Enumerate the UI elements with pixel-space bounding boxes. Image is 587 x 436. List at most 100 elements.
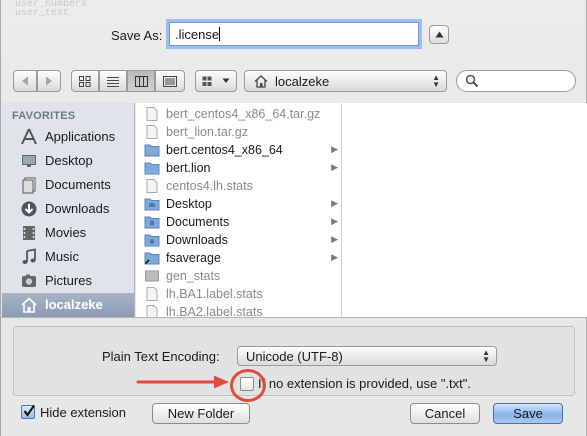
file-row[interactable]: lh.BA2.label.stats bbox=[136, 303, 342, 317]
folder-icon bbox=[144, 144, 160, 157]
file-name: gen_stats bbox=[166, 269, 221, 283]
file-name: lh.BA1.label.stats bbox=[166, 287, 263, 301]
executable-icon bbox=[145, 270, 159, 282]
file-row[interactable]: centos4.lh.stats bbox=[136, 177, 342, 195]
folder-row[interactable]: fsaverage ▶ bbox=[136, 249, 342, 267]
file-name: Downloads bbox=[166, 233, 228, 247]
sidebar-item-documents[interactable]: Documents bbox=[2, 173, 134, 197]
sidebar-item-label: Pictures bbox=[45, 273, 92, 288]
disclosure-arrow-icon: ▶ bbox=[331, 144, 338, 154]
sidebar-item-movies[interactable]: Movies bbox=[2, 221, 134, 245]
triangle-up-icon bbox=[435, 31, 443, 38]
sidebar-item-localzeke[interactable]: localzeke bbox=[2, 293, 134, 317]
home-icon bbox=[254, 75, 268, 88]
documents-icon bbox=[22, 177, 36, 194]
accessory-panel: Plain Text Encoding: Unicode (UTF-8) ▲ ▼ … bbox=[13, 326, 575, 402]
file-icon bbox=[146, 125, 158, 139]
arrange-icon bbox=[202, 76, 212, 86]
sidebar-item-music[interactable]: Music bbox=[2, 245, 134, 269]
forward-arrow-icon bbox=[46, 76, 52, 86]
file-icon bbox=[146, 287, 158, 301]
file-name: centos4.lh.stats bbox=[166, 179, 253, 193]
background-text: user_numbers user_text bbox=[15, 0, 575, 19]
music-icon bbox=[22, 248, 36, 264]
sidebar-item-label: Downloads bbox=[45, 201, 110, 216]
coverflow-icon bbox=[163, 75, 177, 87]
file-name: bert.lion bbox=[166, 161, 211, 175]
list-icon bbox=[107, 76, 119, 87]
sidebar-item-label: Documents bbox=[45, 177, 111, 192]
forward-button[interactable] bbox=[37, 70, 61, 92]
updown-arrows-icon: ▲ ▼ bbox=[432, 73, 440, 89]
back-arrow-icon bbox=[22, 76, 28, 86]
folder-icon bbox=[144, 162, 160, 175]
file-browser: bert_centos4_x86_64.tar.gz bert_lion.tar… bbox=[136, 103, 587, 317]
location-popup[interactable]: localzeke ▲ ▼ bbox=[244, 70, 447, 92]
search-field[interactable] bbox=[456, 70, 576, 92]
folder-row[interactable]: Documents ▶ bbox=[136, 213, 342, 231]
disclosure-arrow-icon: ▶ bbox=[331, 234, 338, 244]
sidebar-item-label: Music bbox=[45, 249, 79, 264]
sidebar-item-pictures[interactable]: Pictures bbox=[2, 269, 134, 293]
file-row[interactable]: bert_lion.tar.gz bbox=[136, 123, 342, 141]
folder-row[interactable]: Downloads ▶ bbox=[136, 231, 342, 249]
txt-extension-label: If no extension is provided, use ".txt". bbox=[258, 376, 472, 391]
sidebar-item-label: Desktop bbox=[45, 153, 93, 168]
annotation-circle bbox=[230, 369, 266, 402]
save-dialog: user_numbers user_text Save As: .license bbox=[0, 0, 587, 436]
coverflow-view-button[interactable] bbox=[155, 70, 185, 92]
sidebar-item-label: Movies bbox=[45, 225, 87, 240]
desktop-folder-icon bbox=[144, 198, 160, 211]
save-button[interactable]: Save bbox=[493, 403, 563, 424]
save-as-label: Save As: bbox=[111, 28, 163, 43]
list-view-button[interactable] bbox=[99, 70, 127, 92]
text-caret bbox=[219, 27, 221, 41]
sidebar-item-applications[interactable]: Applications bbox=[2, 125, 134, 149]
cancel-button[interactable]: Cancel bbox=[410, 403, 480, 424]
file-name: bert_lion.tar.gz bbox=[166, 125, 248, 139]
encoding-value: Unicode (UTF-8) bbox=[246, 349, 343, 364]
file-row[interactable]: bert_centos4_x86_64.tar.gz bbox=[136, 105, 342, 123]
disclosure-arrow-icon: ▶ bbox=[331, 216, 338, 226]
sidebar-item-label: Applications bbox=[45, 129, 116, 144]
checkmark-icon bbox=[23, 404, 35, 417]
hide-extension-checkbox[interactable] bbox=[21, 404, 35, 419]
chevron-down-icon bbox=[222, 78, 230, 83]
file-row[interactable]: lh.BA1.label.stats bbox=[136, 285, 342, 303]
hide-extension-label: Hide extension bbox=[40, 405, 126, 420]
desktop-icon bbox=[22, 155, 36, 167]
movies-icon bbox=[23, 226, 35, 240]
sidebar-item-desktop[interactable]: Desktop bbox=[2, 149, 134, 173]
new-folder-button[interactable]: New Folder bbox=[152, 403, 250, 424]
file-icon bbox=[146, 305, 158, 317]
filename-value: .license bbox=[175, 27, 220, 42]
folder-row[interactable]: Desktop ▶ bbox=[136, 195, 342, 213]
file-name: Documents bbox=[166, 215, 230, 229]
applications-icon bbox=[21, 128, 37, 145]
back-button[interactable] bbox=[13, 70, 37, 92]
arrange-menu-button[interactable] bbox=[195, 70, 237, 92]
grid-icon bbox=[79, 75, 91, 87]
sidebar-item-downloads[interactable]: Downloads bbox=[2, 197, 134, 221]
pictures-icon bbox=[22, 274, 36, 287]
encoding-label: Plain Text Encoding: bbox=[102, 349, 220, 364]
file-name: bert_centos4_x86_64.tar.gz bbox=[166, 107, 321, 121]
file-column: bert_centos4_x86_64.tar.gz bert_lion.tar… bbox=[136, 103, 342, 317]
columns-icon bbox=[134, 75, 148, 87]
documents-folder-icon bbox=[144, 216, 160, 229]
annotation-arrow bbox=[136, 375, 229, 389]
column-view-button[interactable] bbox=[127, 70, 155, 92]
folder-row[interactable]: bert.lion ▶ bbox=[136, 159, 342, 177]
icon-view-button[interactable] bbox=[71, 70, 99, 92]
file-row[interactable]: gen_stats bbox=[136, 267, 342, 285]
background-text-line: user_text bbox=[15, 8, 70, 19]
favorites-header: FAVORITES bbox=[12, 110, 76, 122]
background-text-line: user_numbers bbox=[15, 0, 88, 10]
collapse-dialog-button[interactable] bbox=[429, 25, 449, 44]
encoding-popup[interactable]: Unicode (UTF-8) ▲ ▼ bbox=[237, 346, 497, 366]
file-name: bert.centos4_x86_64 bbox=[166, 143, 283, 157]
browser-toolbar: localzeke ▲ ▼ bbox=[1, 70, 586, 94]
file-icon bbox=[146, 179, 158, 193]
filename-field[interactable]: .license bbox=[169, 22, 419, 46]
folder-row[interactable]: bert.centos4_x86_64 ▶ bbox=[136, 141, 342, 159]
